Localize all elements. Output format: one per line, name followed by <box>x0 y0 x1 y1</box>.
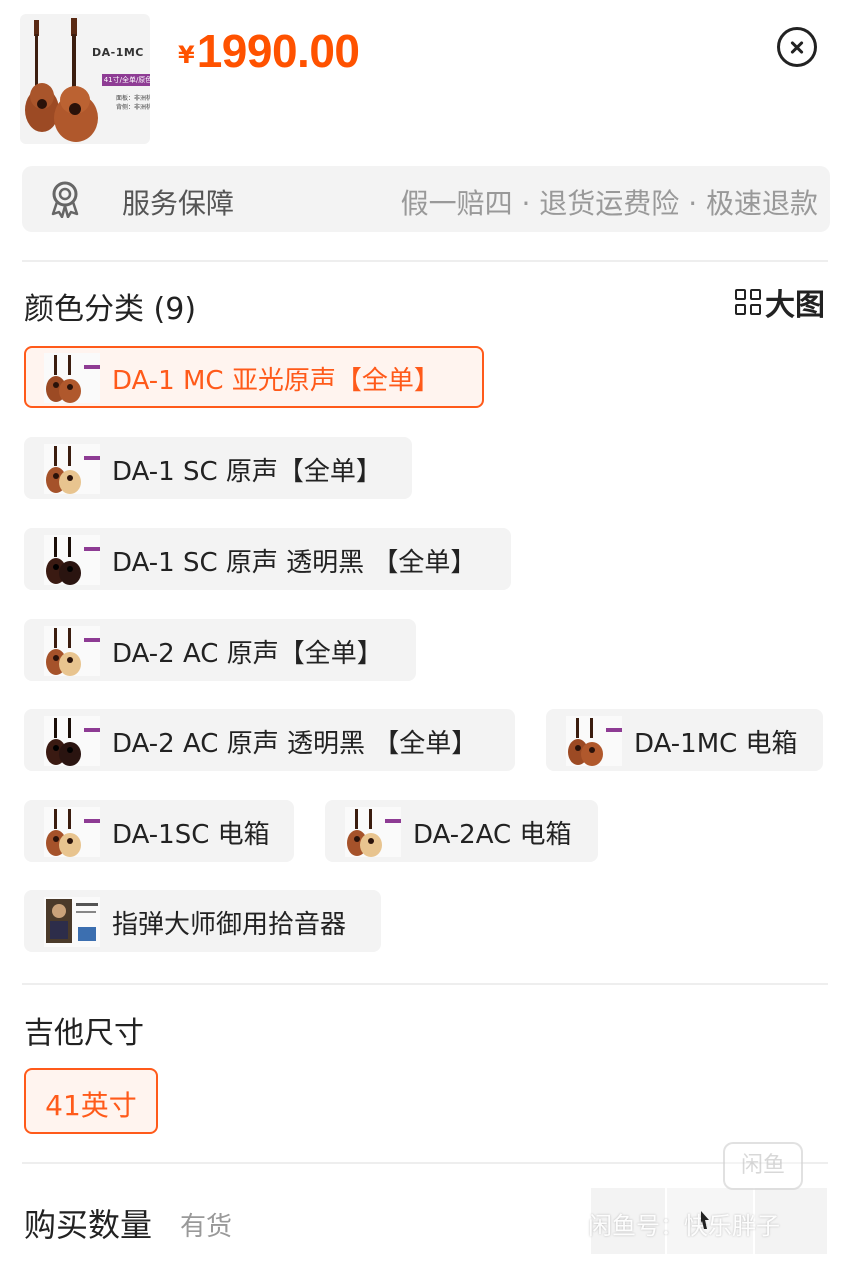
color-option[interactable]: DA-2 AC 原声 透明黑 【全单】 <box>24 709 515 771</box>
service-description: 假一赔四 · 退货运费险 · 极速退款 <box>400 187 818 220</box>
size-option-41-inch[interactable]: 41英寸 <box>24 1068 158 1134</box>
color-option-label: 指弹大师御用拾音器 <box>112 910 347 940</box>
color-option[interactable]: DA-1 SC 原声 透明黑 【全单】 <box>24 528 511 590</box>
color-option[interactable]: DA-2AC 电箱 <box>325 800 598 862</box>
color-option-thumbnail <box>345 807 401 857</box>
watermark-logo: 闲鱼 <box>723 1142 803 1190</box>
size-section-title: 吉他尺寸 <box>24 1016 144 1051</box>
color-option[interactable]: DA-1 MC 亚光原声【全单】 <box>24 346 484 408</box>
color-option-label: DA-2 AC 原声【全单】 <box>112 639 383 669</box>
color-option-thumbnail <box>44 353 100 403</box>
color-option[interactable]: DA-1SC 电箱 <box>24 800 294 862</box>
service-title: 服务保障 <box>122 187 235 220</box>
color-option-label: DA-1 MC 亚光原声【全单】 <box>112 366 440 396</box>
currency-symbol: ¥ <box>178 41 195 69</box>
stock-status: 有货 <box>180 1212 233 1242</box>
big-picture-button[interactable]: 大图 <box>735 284 825 323</box>
cursor-icon <box>701 1211 709 1229</box>
thumb-spec-line: 面板：非洲桃花芯 <box>116 95 150 102</box>
thumb-spec-bar: 41寸/全单/原色亚光 <box>102 74 150 86</box>
watermark-text: 闲鱼号：快乐胖子 <box>588 1212 780 1240</box>
color-section-title: 颜色分类 (9) <box>24 292 197 327</box>
color-option[interactable]: DA-2 AC 原声【全单】 <box>24 619 416 681</box>
product-price: ¥1990.00 <box>178 24 360 78</box>
quantity-title: 购买数量 <box>24 1206 153 1244</box>
product-thumbnail[interactable]: DA-1MC 41寸/全单/原色亚光 面板：非洲桃花芯 背侧：非洲桃花芯 <box>20 14 150 144</box>
close-icon[interactable] <box>777 27 817 67</box>
big-picture-label: 大图 <box>765 288 825 323</box>
divider <box>22 1162 828 1164</box>
color-option-thumbnail <box>566 716 622 766</box>
product-header: DA-1MC 41寸/全单/原色亚光 面板：非洲桃花芯 背侧：非洲桃花芯 ¥19… <box>0 0 850 160</box>
color-option-thumbnail <box>44 716 100 766</box>
color-option-label: DA-1SC 电箱 <box>112 820 270 850</box>
divider <box>22 260 828 262</box>
color-option[interactable]: DA-1MC 电箱 <box>546 709 823 771</box>
thumb-model-text: DA-1MC <box>92 46 144 59</box>
color-option-label: DA-1 SC 原声【全单】 <box>112 457 382 487</box>
color-option-thumbnail <box>44 444 100 494</box>
color-option[interactable]: 指弹大师御用拾音器 <box>24 890 381 952</box>
divider <box>22 983 828 985</box>
service-guarantee-bar[interactable]: 服务保障 假一赔四 · 退货运费险 · 极速退款 <box>22 166 830 232</box>
color-option-label: DA-2AC 电箱 <box>413 820 572 850</box>
size-option-label: 41英寸 <box>45 1089 137 1122</box>
color-option-thumbnail <box>44 535 100 585</box>
color-option[interactable]: DA-1 SC 原声【全单】 <box>24 437 412 499</box>
color-option-thumbnail <box>44 897 100 947</box>
color-option-label: DA-1 SC 原声 透明黑 【全单】 <box>112 548 477 578</box>
thumb-spec-line: 背侧：非洲桃花芯 <box>116 104 150 111</box>
color-option-label: DA-1MC 电箱 <box>634 729 798 759</box>
badge-icon <box>51 181 79 218</box>
grid-icon <box>735 289 761 315</box>
color-option-thumbnail <box>44 807 100 857</box>
color-option-thumbnail <box>44 626 100 676</box>
price-amount: 1990.00 <box>196 25 360 77</box>
color-option-label: DA-2 AC 原声 透明黑 【全单】 <box>112 729 478 759</box>
